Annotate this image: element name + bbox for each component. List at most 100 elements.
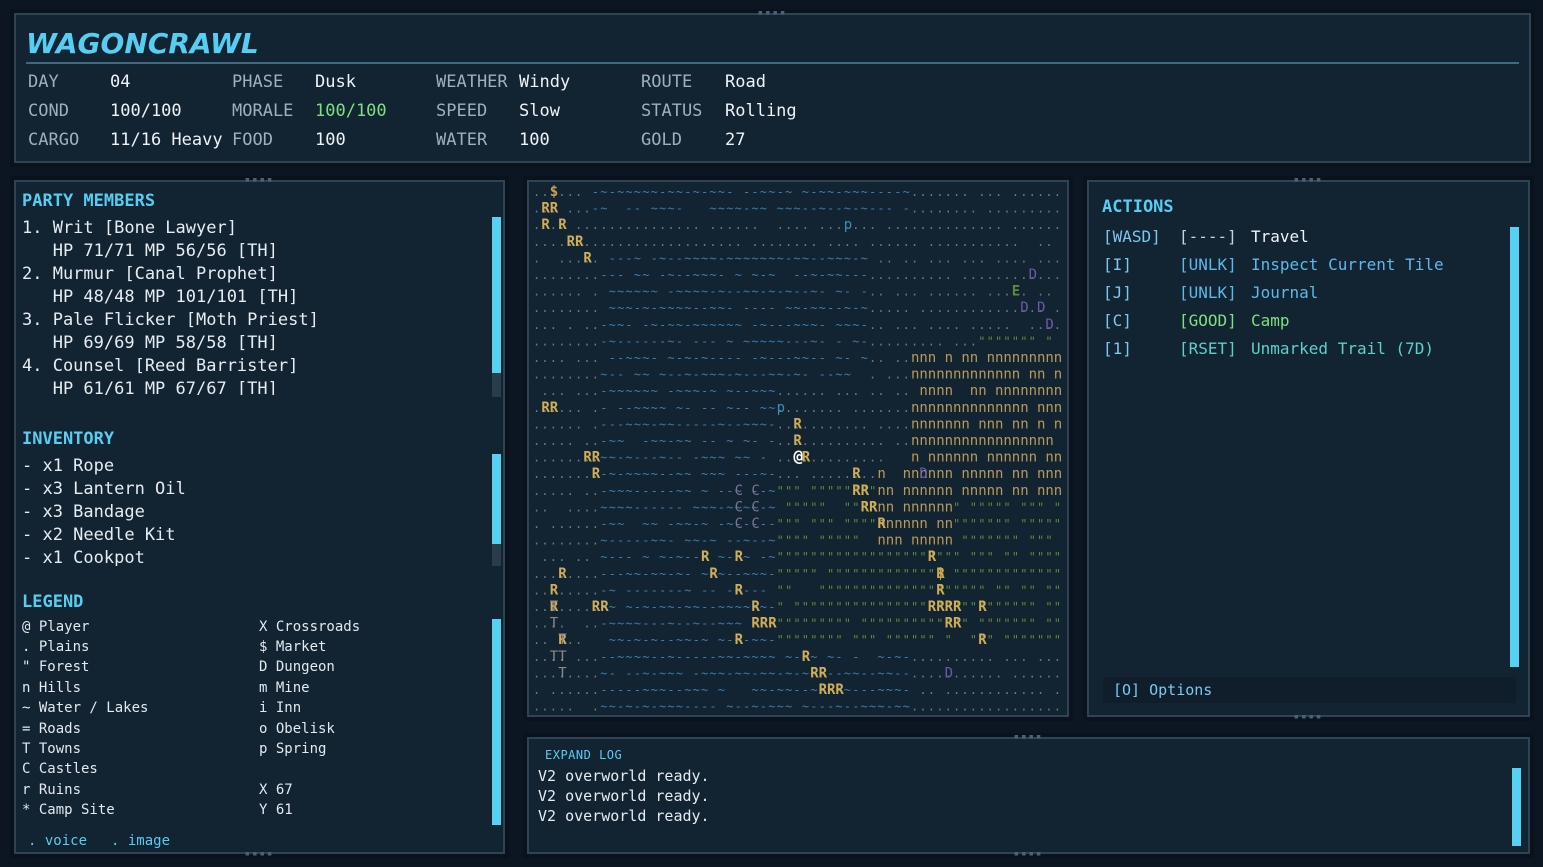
plains-tile: .: [928, 285, 935, 299]
water-tile: ~: [709, 534, 716, 548]
plains-tile: .: [735, 218, 742, 232]
plains-tile: .: [567, 368, 574, 382]
plains-tile: .: [592, 235, 599, 249]
plains-tile: .: [978, 268, 985, 282]
map-canvas[interactable]: ..... - ~ - ~ ~ ~ ~ ~ - ~ ~ - ~ - ~ ~ - - - ~ ~ - ~ ~ - ~ ~ - ~ ~ ~ - - - -…: [529, 182, 1067, 715]
water-tile: -: [760, 451, 767, 465]
forest-tile: ": [835, 633, 842, 647]
water-tile: -: [751, 666, 758, 680]
plains-tile: .: [903, 417, 910, 431]
hills-tile: n: [919, 400, 927, 416]
hills-tile: n: [995, 483, 1003, 499]
actions-scrollbar[interactable]: [1510, 227, 1519, 667]
plains-tile: .: [852, 417, 859, 431]
inventory-scroll-thumb[interactable]: [492, 454, 501, 544]
inventory-item[interactable]: - x2 Needle Kit: [22, 525, 176, 545]
plains-tile: .: [802, 218, 809, 232]
forest-tile: ": [1020, 567, 1027, 581]
plains-tile: .: [961, 683, 968, 697]
log-scroll-thumb[interactable]: [1512, 768, 1521, 846]
water-tile: ~: [844, 683, 851, 697]
forest-tile: ": [894, 567, 901, 581]
water-tile: -: [634, 334, 641, 348]
water-tile: ~: [625, 384, 632, 398]
plains-tile: .: [877, 351, 884, 365]
plains-tile: .: [533, 650, 540, 664]
water-tile: ~: [642, 185, 649, 199]
forest-tile: ": [819, 550, 826, 564]
log-scrollbar[interactable]: [1512, 768, 1521, 846]
plains-tile: .: [810, 417, 817, 431]
plains-tile: .: [625, 235, 632, 249]
ruins-tile: R: [852, 466, 861, 482]
hills-tile: n: [911, 450, 919, 466]
forest-tile: ": [1003, 567, 1010, 581]
inventory-item[interactable]: - x3 Bandage: [22, 502, 145, 522]
party-member-name[interactable]: 3. Pale Flicker [Moth Priest]: [22, 310, 319, 330]
plains-tile: .: [819, 384, 826, 398]
party-member-name[interactable]: 2. Murmur [Canal Prophet]: [22, 264, 278, 284]
hills-tile: n: [877, 499, 885, 515]
status-label: STATUS: [641, 101, 703, 121]
forest-tile: ": [886, 633, 893, 647]
ruins-tile: R: [735, 549, 744, 565]
actions-scroll-thumb[interactable]: [1510, 227, 1519, 667]
plains-tile: .: [995, 218, 1002, 232]
voice-toggle[interactable]: . voice: [28, 833, 87, 849]
forest-tile: ": [1045, 334, 1052, 348]
inventory-item[interactable]: - x1 Rope: [22, 456, 114, 476]
overworld-map[interactable]: ..... - ~ - ~ ~ ~ ~ ~ - ~ ~ - ~ - ~ ~ - - - ~ ~ - ~ ~ - ~ ~ - ~ ~ ~ - - - -…: [523, 176, 1073, 721]
water-tile: ~: [835, 285, 842, 299]
forest-tile: ": [852, 550, 859, 564]
plains-tile: .: [541, 368, 548, 382]
water-tile: -: [625, 251, 632, 265]
inventory-scrollbar[interactable]: [492, 454, 501, 566]
hills-tile: n: [911, 466, 919, 482]
water-tile: ~: [693, 683, 700, 697]
hills-tile: n: [928, 350, 936, 366]
hills-tile: n: [919, 499, 927, 515]
expand-log-button[interactable]: EXPAND LOG: [545, 748, 622, 762]
plains-tile: .: [541, 351, 548, 365]
water-tile: ~: [701, 484, 708, 498]
plains-tile: .: [978, 650, 985, 664]
plains-tile: .: [861, 434, 868, 448]
plains-tile: .: [827, 417, 834, 431]
water-tile: -: [785, 251, 792, 265]
image-toggle[interactable]: . image: [111, 833, 170, 849]
hills-tile: n: [945, 367, 953, 383]
inventory-item[interactable]: - x1 Cookpot: [22, 548, 145, 566]
plains-tile: .: [961, 268, 968, 282]
forest-tile: ": [1054, 583, 1061, 597]
legend-scrollbar[interactable]: [492, 619, 501, 825]
water-tile: -: [777, 185, 784, 199]
hills-tile: n: [945, 416, 953, 432]
party-scroll-thumb[interactable]: [492, 217, 501, 373]
water-tile: -: [760, 550, 767, 564]
plains-tile: .: [802, 417, 809, 431]
water-tile: ~: [735, 318, 742, 332]
party-scrollbar[interactable]: [492, 217, 501, 397]
plains-tile: .: [995, 700, 1002, 714]
water-tile: -: [634, 202, 641, 216]
hills-tile: n: [1054, 483, 1062, 499]
legend-scroll-thumb[interactable]: [492, 619, 501, 825]
water-tile: -: [617, 534, 624, 548]
inventory-item[interactable]: - x3 Lantern Oil: [22, 479, 186, 499]
ruins-tile: R: [550, 400, 559, 416]
party-member-name[interactable]: 4. Counsel [Reed Barrister]: [22, 356, 298, 376]
plains-tile: .: [1012, 202, 1019, 216]
water-tile: -: [835, 301, 842, 315]
water-tile: ~: [751, 285, 758, 299]
party-member-name[interactable]: 1. Writ [Bone Lawyer]: [22, 218, 237, 238]
water-tile: ~: [726, 517, 733, 531]
forest-tile: ": [861, 633, 868, 647]
plains-tile: .: [995, 251, 1002, 265]
water-tile: ~: [777, 368, 784, 382]
party-member-stats: HP 71/71 MP 56/56 [TH]: [22, 241, 278, 261]
water-tile: ~: [609, 484, 616, 498]
forest-tile: ": [1045, 517, 1052, 531]
options-button[interactable]: [O] Options: [1103, 677, 1516, 703]
water-tile: ~: [684, 534, 691, 548]
plains-tile: .: [1037, 318, 1044, 332]
